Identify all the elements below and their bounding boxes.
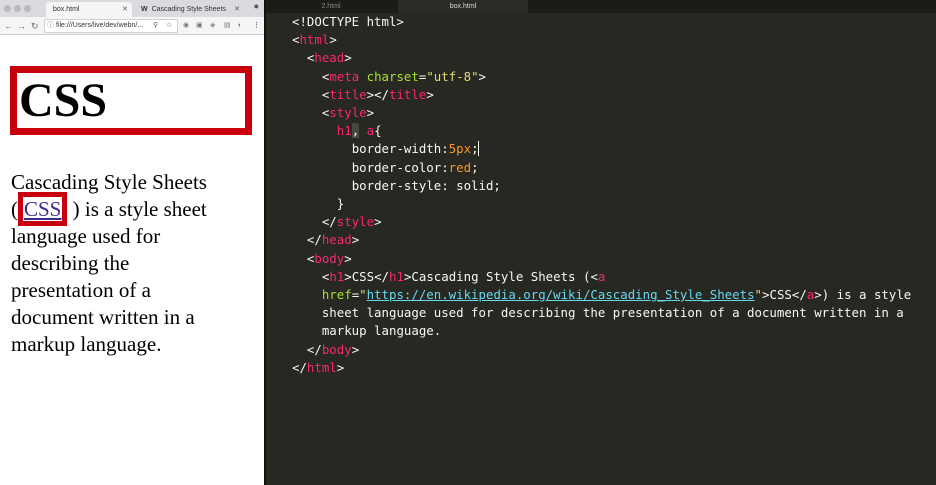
code-editor: 2.html box.html <!DOCTYPE html> <html> <… bbox=[264, 0, 936, 485]
extension-icon[interactable]: ▤ bbox=[224, 20, 231, 32]
paragraph-line: presentation of a bbox=[11, 278, 151, 302]
profile-icon[interactable]: ● bbox=[254, 1, 259, 11]
browser-tab-box-html[interactable]: box.html ✕ bbox=[46, 2, 132, 17]
extension-icon[interactable]: ◐ bbox=[238, 20, 242, 32]
editor-tab-2-html[interactable]: 2.html bbox=[266, 0, 396, 13]
page-paragraph: Cascading Style Sheets (CSS ) is a style… bbox=[11, 169, 251, 358]
editor-tab-bar: 2.html box.html bbox=[266, 0, 936, 13]
paragraph-line: document written in a bbox=[11, 305, 195, 329]
code-line: </html> bbox=[292, 359, 345, 375]
bookmark-star-icon[interactable]: ☆ bbox=[166, 20, 172, 32]
wikipedia-icon: W bbox=[141, 6, 148, 13]
code-line: <body> bbox=[292, 250, 352, 266]
code-line: href="https://en.wikipedia.org/wiki/Casc… bbox=[321, 287, 912, 303]
text-cursor bbox=[477, 141, 479, 157]
code-line: border-width:5px; bbox=[351, 141, 479, 157]
search-icon[interactable]: ⚲ bbox=[153, 20, 158, 32]
code-line: </body> bbox=[292, 341, 360, 357]
extension-icon[interactable]: ▣ bbox=[196, 20, 203, 32]
code-line: <h1>CSS</h1>Cascading Style Sheets (<a bbox=[292, 268, 606, 284]
css-link[interactable]: CSS bbox=[18, 192, 68, 226]
code-line: <head> bbox=[292, 50, 352, 66]
reload-icon[interactable]: ↻ bbox=[31, 19, 39, 33]
code-line: sheet language used for describing the p… bbox=[321, 305, 904, 321]
code-line: <style> bbox=[292, 105, 375, 121]
paragraph-line: language used for bbox=[11, 224, 161, 248]
code-line: } bbox=[292, 196, 345, 212]
page-heading: CSS bbox=[10, 66, 252, 135]
code-line: <html> bbox=[292, 32, 337, 48]
forward-icon[interactable]: → bbox=[17, 19, 26, 33]
info-icon[interactable]: ⓘ bbox=[47, 20, 54, 32]
browser-tab-bar: box.html ✕ W Cascading Style Sheets ✕ ● bbox=[0, 0, 264, 17]
code-line: border-color:red; bbox=[351, 159, 479, 175]
code-line: markup language. bbox=[321, 323, 442, 339]
window-close-icon[interactable] bbox=[4, 5, 11, 12]
paragraph-line: markup language. bbox=[11, 332, 162, 356]
code-line: <!DOCTYPE html> bbox=[292, 14, 404, 29]
code-line: <meta charset="utf-8"> bbox=[292, 68, 486, 84]
code-line: border-style: solid; bbox=[351, 177, 501, 193]
code-line: h1, a{ bbox=[336, 123, 382, 139]
editor-tab-box-html[interactable]: box.html bbox=[398, 0, 528, 13]
window-zoom-icon[interactable] bbox=[24, 5, 31, 12]
tab-title: Cascading Style Sheets bbox=[151, 6, 226, 13]
window-minimize-icon[interactable] bbox=[14, 5, 21, 12]
rendered-page: CSS Cascading Style Sheets (CSS ) is a s… bbox=[0, 35, 264, 485]
menu-icon[interactable]: ⋮ bbox=[253, 20, 260, 32]
paragraph-line: (CSS ) is a style sheet bbox=[11, 192, 251, 226]
code-line: </head> bbox=[292, 232, 360, 248]
browser-window: box.html ✕ W Cascading Style Sheets ✕ ● … bbox=[0, 0, 264, 485]
browser-tab-wikipedia[interactable]: W Cascading Style Sheets ✕ bbox=[134, 2, 244, 17]
extension-icon[interactable]: ◉ bbox=[183, 20, 189, 32]
code-line: <title></title> bbox=[292, 86, 434, 102]
code-line: </style> bbox=[292, 214, 382, 230]
back-icon[interactable]: ← bbox=[4, 19, 13, 33]
code-area[interactable]: <!DOCTYPE html> <html> <head> <meta char… bbox=[292, 13, 911, 377]
paragraph-line: describing the bbox=[11, 251, 130, 275]
tab-close-icon[interactable]: ✕ bbox=[122, 2, 128, 17]
tab-close-icon[interactable]: ✕ bbox=[234, 2, 240, 17]
extension-icon[interactable]: ◈ bbox=[210, 20, 215, 32]
browser-toolbar: ← → ↻ ⓘ file:///Users/live/dev/webn/... … bbox=[0, 17, 264, 35]
url-text: file:///Users/live/dev/webn/... bbox=[56, 22, 144, 29]
tab-title: box.html bbox=[53, 6, 80, 13]
